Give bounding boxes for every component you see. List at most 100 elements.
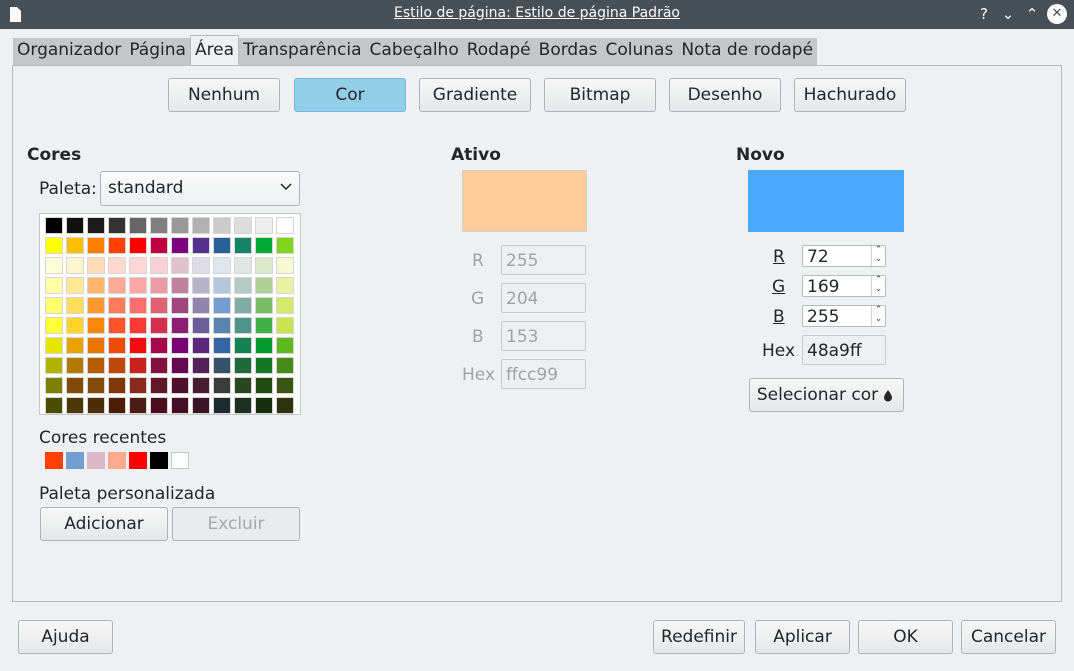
help-icon[interactable]: ? [974, 4, 994, 24]
palette-color-swatch[interactable] [150, 377, 168, 394]
palette-color-swatch[interactable] [213, 237, 231, 254]
recent-color-swatch[interactable] [171, 452, 189, 469]
palette-color-swatch[interactable] [66, 217, 84, 234]
palette-color-swatch[interactable] [129, 317, 147, 334]
palette-color-swatch[interactable] [276, 297, 294, 314]
add-color-button[interactable]: Adicionar [40, 507, 168, 541]
palette-color-swatch[interactable] [213, 277, 231, 294]
palette-color-swatch[interactable] [45, 377, 63, 394]
palette-color-swatch[interactable] [213, 257, 231, 274]
palette-color-swatch[interactable] [213, 297, 231, 314]
fill-bitmap-button[interactable]: Bitmap [544, 78, 656, 112]
palette-color-swatch[interactable] [213, 397, 231, 414]
recent-color-swatch[interactable] [150, 452, 168, 469]
palette-color-swatch[interactable] [192, 337, 210, 354]
new-b-spinner[interactable]: 255 ⌃ ⌄ [802, 305, 886, 327]
palette-color-swatch[interactable] [129, 297, 147, 314]
palette-color-swatch[interactable] [45, 297, 63, 314]
palette-color-swatch[interactable] [66, 257, 84, 274]
palette-color-swatch[interactable] [192, 257, 210, 274]
tab-rodape[interactable]: Rodapé [462, 38, 535, 66]
palette-color-swatch[interactable] [276, 237, 294, 254]
palette-color-swatch[interactable] [171, 277, 189, 294]
palette-color-swatch[interactable] [171, 237, 189, 254]
palette-color-swatch[interactable] [276, 377, 294, 394]
palette-color-swatch[interactable] [108, 317, 126, 334]
palette-color-swatch[interactable] [255, 297, 273, 314]
ok-button[interactable]: OK [858, 620, 953, 654]
help-button[interactable]: Ajuda [18, 620, 113, 654]
palette-color-swatch[interactable] [129, 217, 147, 234]
palette-color-swatch[interactable] [87, 337, 105, 354]
palette-color-swatch[interactable] [276, 217, 294, 234]
palette-color-swatch[interactable] [129, 337, 147, 354]
palette-color-swatch[interactable] [66, 317, 84, 334]
palette-color-swatch[interactable] [66, 397, 84, 414]
palette-color-swatch[interactable] [108, 337, 126, 354]
palette-color-swatch[interactable] [213, 377, 231, 394]
palette-color-swatch[interactable] [129, 277, 147, 294]
pick-color-button[interactable]: Selecionar cor [749, 378, 904, 412]
palette-color-swatch[interactable] [66, 277, 84, 294]
palette-color-swatch[interactable] [45, 217, 63, 234]
palette-color-swatch[interactable] [87, 377, 105, 394]
palette-color-swatch[interactable] [129, 257, 147, 274]
palette-color-swatch[interactable] [192, 237, 210, 254]
tab-transparencia[interactable]: Transparência [239, 38, 366, 66]
palette-select[interactable]: standard [100, 171, 300, 206]
color-palette-grid[interactable] [39, 213, 301, 415]
fill-pattern-button[interactable]: Desenho [669, 78, 781, 112]
maximize-icon[interactable]: ⌃ [1022, 4, 1042, 24]
palette-color-swatch[interactable] [87, 277, 105, 294]
palette-color-swatch[interactable] [234, 217, 252, 234]
palette-color-swatch[interactable] [45, 257, 63, 274]
palette-color-swatch[interactable] [108, 357, 126, 374]
palette-color-swatch[interactable] [255, 317, 273, 334]
palette-color-swatch[interactable] [276, 397, 294, 414]
palette-color-swatch[interactable] [171, 397, 189, 414]
palette-color-swatch[interactable] [192, 317, 210, 334]
palette-color-swatch[interactable] [171, 217, 189, 234]
palette-color-swatch[interactable] [234, 337, 252, 354]
recent-color-swatch[interactable] [87, 452, 105, 469]
palette-color-swatch[interactable] [66, 237, 84, 254]
close-icon[interactable]: ✕ [1047, 4, 1067, 24]
palette-color-swatch[interactable] [234, 317, 252, 334]
palette-color-swatch[interactable] [150, 237, 168, 254]
palette-color-swatch[interactable] [192, 297, 210, 314]
tab-pagina[interactable]: Página [125, 38, 190, 66]
palette-color-swatch[interactable] [150, 337, 168, 354]
palette-color-swatch[interactable] [255, 337, 273, 354]
palette-color-swatch[interactable] [255, 397, 273, 414]
palette-color-swatch[interactable] [108, 377, 126, 394]
palette-color-swatch[interactable] [234, 277, 252, 294]
palette-color-swatch[interactable] [213, 317, 231, 334]
spinner-arrows-icon[interactable]: ⌃ ⌄ [871, 246, 885, 266]
palette-color-swatch[interactable] [150, 277, 168, 294]
palette-color-swatch[interactable] [150, 297, 168, 314]
palette-color-swatch[interactable] [276, 357, 294, 374]
delete-color-button[interactable]: Excluir [172, 507, 300, 541]
palette-color-swatch[interactable] [171, 257, 189, 274]
palette-color-swatch[interactable] [45, 277, 63, 294]
palette-color-swatch[interactable] [150, 317, 168, 334]
palette-color-swatch[interactable] [108, 297, 126, 314]
palette-color-swatch[interactable] [45, 317, 63, 334]
palette-color-swatch[interactable] [255, 377, 273, 394]
tab-cabecalho[interactable]: Cabeçalho [365, 38, 463, 66]
palette-color-swatch[interactable] [129, 237, 147, 254]
tab-nota-de-rodape[interactable]: Nota de rodapé [677, 38, 818, 66]
recent-color-swatch[interactable] [66, 452, 84, 469]
spinner-arrows-icon[interactable]: ⌃ ⌄ [871, 276, 885, 296]
palette-color-swatch[interactable] [108, 257, 126, 274]
fill-gradient-button[interactable]: Gradiente [419, 78, 531, 112]
palette-color-swatch[interactable] [66, 357, 84, 374]
palette-color-swatch[interactable] [150, 257, 168, 274]
palette-color-swatch[interactable] [276, 277, 294, 294]
palette-color-swatch[interactable] [255, 277, 273, 294]
palette-color-swatch[interactable] [87, 237, 105, 254]
palette-color-swatch[interactable] [66, 337, 84, 354]
palette-color-swatch[interactable] [234, 257, 252, 274]
spinner-arrows-icon[interactable]: ⌃ ⌄ [871, 306, 885, 326]
palette-color-swatch[interactable] [192, 397, 210, 414]
